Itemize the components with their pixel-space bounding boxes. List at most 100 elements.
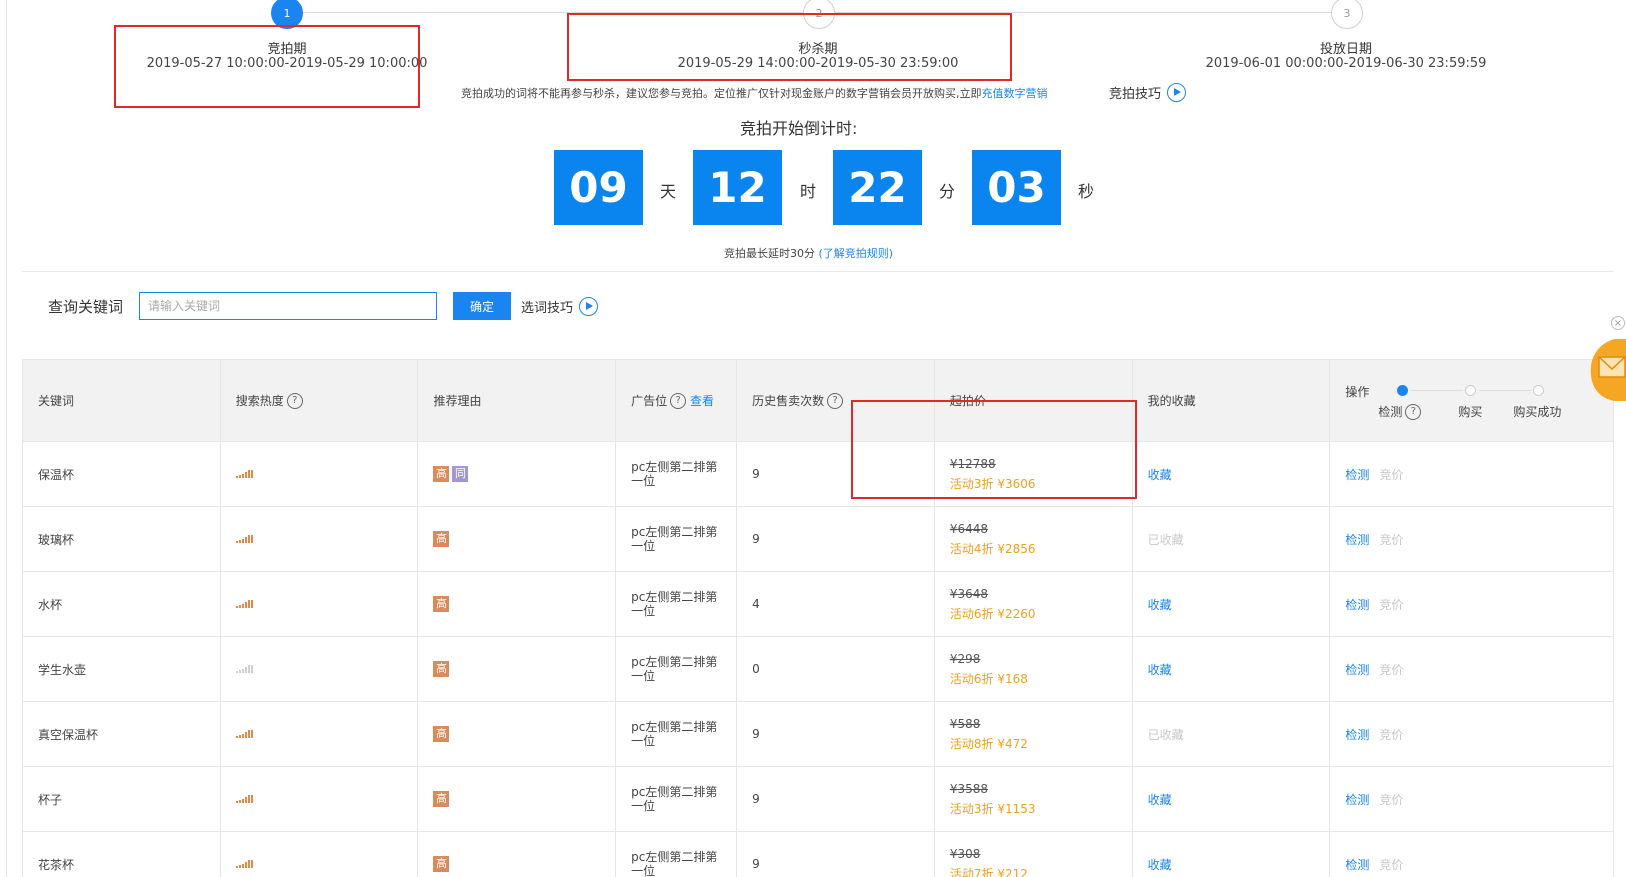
left-divider xyxy=(6,0,7,877)
reason-cell: 高 xyxy=(417,766,617,832)
highlight-box-start-price xyxy=(851,400,1137,499)
adpos-text: pc左侧第二排第一位 xyxy=(631,525,718,553)
promo-price: 活动6折 ¥2260 xyxy=(949,606,1036,621)
mail-widget-icon[interactable] xyxy=(1585,337,1626,403)
header-adpos: 广告位? 查看 xyxy=(615,359,738,442)
bid-link: 竞价 xyxy=(1379,532,1404,547)
adpos-text: pc左侧第二排第一位 xyxy=(631,850,718,877)
favorite-link[interactable]: 收藏 xyxy=(1148,858,1172,872)
original-price: ¥3648 xyxy=(949,586,989,601)
ops-cell: 检测 竞价 xyxy=(1329,701,1614,767)
detect-link[interactable]: 检测 xyxy=(1345,663,1369,677)
header-favorite: 我的收藏 xyxy=(1131,359,1331,442)
reason-cell: 高 xyxy=(417,831,617,877)
help-icon[interactable]: ? xyxy=(286,393,303,410)
adpos-text: pc左侧第二排第一位 xyxy=(631,720,718,748)
header-reason-label: 推荐理由 xyxy=(433,394,482,408)
favorite-link[interactable]: 收藏 xyxy=(1148,468,1172,482)
play-icon xyxy=(579,297,599,316)
adpos-cell: pc左侧第二排第一位 xyxy=(615,701,738,767)
favorite-link: 已收藏 xyxy=(1147,727,1184,742)
keyword-tips-label: 选词技巧 xyxy=(521,301,574,316)
history-cell: 0 xyxy=(736,636,935,702)
detect-link[interactable]: 检测 xyxy=(1345,598,1369,612)
adpos-text: pc左侧第二排第一位 xyxy=(631,655,718,683)
detect-link[interactable]: 检测 xyxy=(1345,793,1369,807)
help-icon[interactable]: ? xyxy=(670,393,687,410)
reason-tag: 高 xyxy=(433,466,450,482)
close-icon[interactable]: × xyxy=(1611,316,1625,330)
heat-bars xyxy=(235,470,253,478)
history-count: 9 xyxy=(752,792,760,806)
adpos-cell: pc左侧第二排第一位 xyxy=(615,571,738,637)
heat-bars xyxy=(235,535,253,543)
reason-tag: 高 xyxy=(433,791,450,807)
play-icon xyxy=(1167,83,1187,102)
heat-cell xyxy=(219,701,419,767)
bid-link: 竞价 xyxy=(1379,597,1404,612)
detect-link[interactable]: 检测 xyxy=(1345,728,1369,742)
notice-text: 竞拍成功的词将不能再参与秒杀，建议您参与竞拍。定位推广仅针对现金账户的数字营销会… xyxy=(461,85,1048,101)
heat-cell xyxy=(219,831,419,877)
table-row: 玻璃杯 高 pc左侧第二排第一位 9 ¥6448 活动4折 ¥2856 已收藏 检测 竞价 xyxy=(22,506,1614,572)
confirm-button[interactable]: 确定 xyxy=(453,292,511,320)
keyword-text: 水杯 xyxy=(38,597,63,612)
history-cell: 9 xyxy=(736,701,935,767)
favorite-link[interactable]: 收藏 xyxy=(1148,793,1172,807)
keyword-text: 学生水壶 xyxy=(38,662,87,677)
detect-link[interactable]: 检测 xyxy=(1345,533,1369,547)
op-step-buy-node xyxy=(1465,384,1477,396)
history-count: 9 xyxy=(752,857,760,871)
countdown-days-unit: 天 xyxy=(660,182,677,201)
original-price: ¥308 xyxy=(949,846,981,861)
heat-bars xyxy=(235,860,253,868)
favorite-link[interactable]: 收藏 xyxy=(1148,598,1172,612)
bid-link: 竞价 xyxy=(1379,662,1404,677)
countdown-hours: 12 xyxy=(693,150,782,225)
keyword-cell: 杯子 xyxy=(22,766,221,832)
heat-bars xyxy=(235,795,253,803)
op-step-success-node xyxy=(1533,384,1545,396)
table-row: 杯子 高 pc左侧第二排第一位 9 ¥3588 活动3折 ¥1153 收藏 检测 竞价 xyxy=(22,766,1614,832)
heat-cell xyxy=(219,441,419,507)
keyword-cell: 玻璃杯 xyxy=(22,506,221,572)
recharge-link[interactable]: 充值数字营销 xyxy=(982,87,1048,100)
keyword-text: 玻璃杯 xyxy=(38,532,75,547)
reason-tag: 同 xyxy=(452,466,469,482)
history-cell: 9 xyxy=(736,766,935,832)
price-cell: ¥3648 活动6折 ¥2260 xyxy=(933,571,1133,637)
heat-cell xyxy=(219,766,419,832)
heat-bars xyxy=(235,730,253,738)
heat-bars xyxy=(235,665,253,673)
detect-link[interactable]: 检测 xyxy=(1345,468,1369,482)
op-step-detect-label: 检测? xyxy=(1378,403,1422,420)
keyword-cell: 水杯 xyxy=(22,571,221,637)
reason-tag: 高 xyxy=(433,726,450,742)
bid-link: 竞价 xyxy=(1379,792,1404,807)
table-row: 真空保温杯 高 pc左侧第二排第一位 9 ¥588 活动8折 ¥472 已收藏 检测 竞价 xyxy=(22,701,1614,767)
favorite-link[interactable]: 收藏 xyxy=(1148,663,1172,677)
keyword-search-input[interactable] xyxy=(139,292,437,320)
help-icon[interactable]: ? xyxy=(827,393,844,410)
header-heat-label: 搜索热度 xyxy=(235,393,284,408)
auction-rules-link[interactable]: (了解竞拍规则) xyxy=(819,247,894,260)
header-heat: 搜索热度? xyxy=(219,359,419,442)
header-favorite-label: 我的收藏 xyxy=(1147,394,1196,408)
keyword-text: 保温杯 xyxy=(38,467,75,482)
header-adpos-label: 广告位 xyxy=(631,393,668,408)
page: 1 2 3 竞拍期 2019-05-27 10:00:00-2019-05-29… xyxy=(0,0,1626,877)
detect-link[interactable]: 检测 xyxy=(1345,858,1369,872)
favorite-cell: 收藏 xyxy=(1131,766,1331,832)
original-price: ¥3588 xyxy=(949,781,989,796)
keyword-text: 真空保温杯 xyxy=(38,727,99,742)
original-price: ¥6448 xyxy=(949,521,989,536)
reason-cell: 高 xyxy=(417,701,617,767)
adpos-cell: pc左侧第二排第一位 xyxy=(615,506,738,572)
keyword-tips-link[interactable]: 选词技巧 xyxy=(521,297,599,316)
countdown-seconds: 03 xyxy=(972,150,1061,225)
auction-tips-link[interactable]: 竞拍技巧 xyxy=(1109,83,1187,102)
ops-cell: 检测 竞价 xyxy=(1329,831,1614,877)
help-icon[interactable]: ? xyxy=(1405,404,1422,420)
view-adpos-link[interactable]: 查看 xyxy=(690,394,714,408)
keyword-text: 花茶杯 xyxy=(38,857,75,872)
